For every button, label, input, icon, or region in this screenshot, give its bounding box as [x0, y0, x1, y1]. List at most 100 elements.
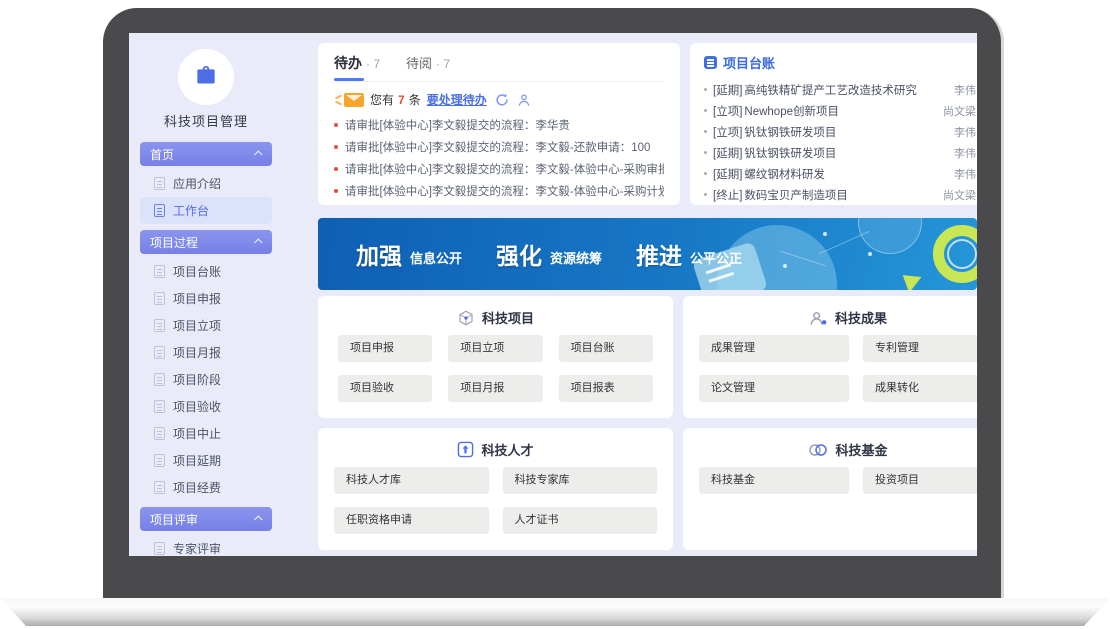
- sidebar-item-project-apply[interactable]: 项目申报: [140, 285, 272, 312]
- ledger-row[interactable]: [延期]螺纹钢材料研发李伟: [704, 163, 976, 184]
- doc-icon: [154, 346, 165, 359]
- handle-todo-link[interactable]: 要处理待办: [427, 91, 487, 108]
- tab-todo[interactable]: 待办 · 7: [334, 53, 380, 81]
- sidebar-item-monthly-report[interactable]: 项目月报: [140, 339, 272, 366]
- talent-cert-button[interactable]: 人才证书: [503, 507, 658, 534]
- bullet: [704, 109, 707, 112]
- card-title: 科技基金: [835, 440, 887, 459]
- achievement-transform-button[interactable]: 成果转化: [863, 375, 977, 402]
- ledger-row[interactable]: [延期]高纯铁精矿提产工艺改造技术研究李伟: [704, 79, 976, 100]
- app-screen: 科技项目管理 首页 应用介绍 工作台 项目过程: [129, 33, 977, 556]
- project-ledger-button[interactable]: 项目台账: [559, 335, 653, 362]
- sidebar-item-label: 项目中止: [173, 425, 221, 442]
- ledger-name: 钒钛钢铁研发项目: [744, 124, 946, 140]
- tab-toread[interactable]: 待阅· 7: [406, 53, 450, 81]
- project-apply-button[interactable]: 项目申报: [338, 335, 432, 362]
- card-header: 科技人才: [318, 428, 673, 460]
- card-tech-talent: 科技人才 科技人才库 科技专家库 任职资格申请 人才证书: [318, 428, 673, 550]
- sidebar-item-extension[interactable]: 项目延期: [140, 447, 272, 474]
- doc-icon: [154, 177, 165, 190]
- ledger-row[interactable]: [立项]钒钛钢铁研发项目李伟: [704, 121, 976, 142]
- sidebar-item-app-intro[interactable]: 应用介绍: [140, 170, 272, 197]
- expert-pool-button[interactable]: 科技专家库: [503, 467, 658, 494]
- bullet: [704, 172, 707, 175]
- sidebar-item-project-stage[interactable]: 项目阶段: [140, 366, 272, 393]
- doc-icon: [154, 292, 165, 305]
- sidebar-item-workbench[interactable]: 工作台: [140, 197, 272, 224]
- sidebar-section-label: 项目评审: [150, 511, 198, 528]
- talent-badge-icon: [457, 441, 474, 458]
- patent-manage-button[interactable]: 专利管理: [863, 335, 977, 362]
- ledger-owner: 李伟: [954, 145, 976, 161]
- ledger-owner: 尚文梁: [943, 187, 976, 203]
- banner-small-text: 信息公开: [410, 248, 462, 267]
- talent-pool-button[interactable]: 科技人才库: [334, 467, 489, 494]
- todo-item[interactable]: 请审批[体验中心]李文毅提交的流程：李华贵: [334, 114, 664, 136]
- todo-item-text: 请审批[体验中心]李文毅提交的流程：李文毅-还款申请：100: [345, 139, 650, 155]
- app-logo: [178, 49, 234, 105]
- todo-list: 请审批[体验中心]李文毅提交的流程：李华贵 请审批[体验中心]李文毅提交的流程：…: [334, 114, 664, 202]
- banner-small-text: 公平公正: [690, 248, 742, 267]
- card-tech-achievement: 科技成果 成果管理 专利管理 论文管理 成果转化: [683, 296, 977, 418]
- todo-item[interactable]: 请审批[体验中心]李文毅提交的流程：李文毅-还款申请：100: [334, 136, 664, 158]
- sidebar-item-expert-review[interactable]: 专家评审: [140, 535, 272, 556]
- banner-phrase: 加强 信息公开: [356, 237, 462, 271]
- network-dot: [783, 264, 787, 268]
- cube-icon: [457, 309, 475, 327]
- project-report-button[interactable]: 项目报表: [559, 375, 653, 402]
- sidebar-item-project-approval[interactable]: 项目立项: [140, 312, 272, 339]
- ledger-name: 数码宝贝产制造项目: [744, 187, 935, 203]
- banner-big-text: 加强: [356, 237, 402, 271]
- project-monthly-button[interactable]: 项目月报: [448, 375, 542, 402]
- card-title: 科技项目: [482, 308, 534, 327]
- tab-label: 待办: [334, 55, 362, 71]
- card-buttons: 成果管理 专利管理 论文管理 成果转化: [683, 335, 977, 402]
- ledger-row[interactable]: [立项]Newhope创新项目尚文梁: [704, 100, 976, 121]
- qualification-apply-button[interactable]: 任职资格申请: [334, 507, 489, 534]
- sidebar-section-project-process[interactable]: 项目过程: [140, 230, 272, 254]
- todo-item[interactable]: 请审批[体验中心]李文毅提交的流程：李文毅-体验中心-采购计划-项目: [334, 180, 664, 202]
- refresh-icon[interactable]: [495, 93, 509, 107]
- sidebar-item-label: 项目延期: [173, 452, 221, 469]
- sidebar-section-project-review[interactable]: 项目评审: [140, 507, 272, 531]
- ledger-tag: [立项]: [713, 124, 742, 140]
- paper-manage-button[interactable]: 论文管理: [699, 375, 849, 402]
- banner[interactable]: 加强 信息公开 强化 资源统筹 推进 公平公正: [318, 218, 977, 290]
- red-dot: [334, 123, 338, 127]
- banner-phrase: 推进 公平公正: [636, 237, 742, 271]
- project-approval-button[interactable]: 项目立项: [448, 335, 542, 362]
- doc-icon: [154, 427, 165, 440]
- sidebar-item-label: 应用介绍: [173, 175, 221, 192]
- card-tech-fund: 科技基金 科技基金 投资项目: [683, 428, 977, 550]
- ledger-row[interactable]: [延期]钒钛钢铁研发项目李伟: [704, 142, 976, 163]
- sidebar-item-funds[interactable]: 项目经费: [140, 474, 272, 501]
- ledger-owner: 李伟: [954, 124, 976, 140]
- tab-count: · 7: [436, 57, 450, 71]
- red-dot: [334, 167, 338, 171]
- sidebar-item-termination[interactable]: 项目中止: [140, 420, 272, 447]
- tab-count: · 7: [366, 57, 380, 71]
- project-acceptance-button[interactable]: 项目验收: [338, 375, 432, 402]
- speed-lines-icon: [334, 93, 342, 107]
- ledger-owner: 李伟: [954, 82, 976, 98]
- sidebar-section-home[interactable]: 首页: [140, 142, 272, 166]
- more-button[interactable]: ···: [646, 189, 664, 203]
- ledger-row[interactable]: [终止]数码宝贝产制造项目尚文梁: [704, 184, 976, 205]
- tech-fund-button[interactable]: 科技基金: [699, 467, 849, 494]
- sidebar-item-acceptance[interactable]: 项目验收: [140, 393, 272, 420]
- banner-faint-circle: [858, 218, 922, 254]
- ledger-list: [延期]高纯铁精矿提产工艺改造技术研究李伟 [立项]Newhope创新项目尚文梁…: [704, 79, 976, 205]
- sidebar-item-label: 项目立项: [173, 317, 221, 334]
- invest-project-button[interactable]: 投资项目: [863, 467, 977, 494]
- sidebar-item-label: 工作台: [173, 202, 209, 219]
- sidebar-item-project-ledger[interactable]: 项目台账: [140, 258, 272, 285]
- todo-item-text: 请审批[体验中心]李文毅提交的流程：李文毅-体验中心-采购计划-项目: [345, 183, 664, 199]
- person-icon[interactable]: [517, 93, 531, 107]
- ledger-name: 钒钛钢铁研发项目: [744, 145, 946, 161]
- banner-slogan: 加强 信息公开 强化 资源统筹 推进 公平公正: [356, 218, 776, 290]
- todo-item[interactable]: 请审批[体验中心]李文毅提交的流程：李文毅-体验中心-采购审批单-项目: [334, 158, 664, 180]
- sidebar-section-label: 首页: [150, 146, 174, 163]
- fund-coins-icon: [808, 443, 828, 457]
- lime-arrow-icon: [897, 267, 922, 290]
- achievement-manage-button[interactable]: 成果管理: [699, 335, 849, 362]
